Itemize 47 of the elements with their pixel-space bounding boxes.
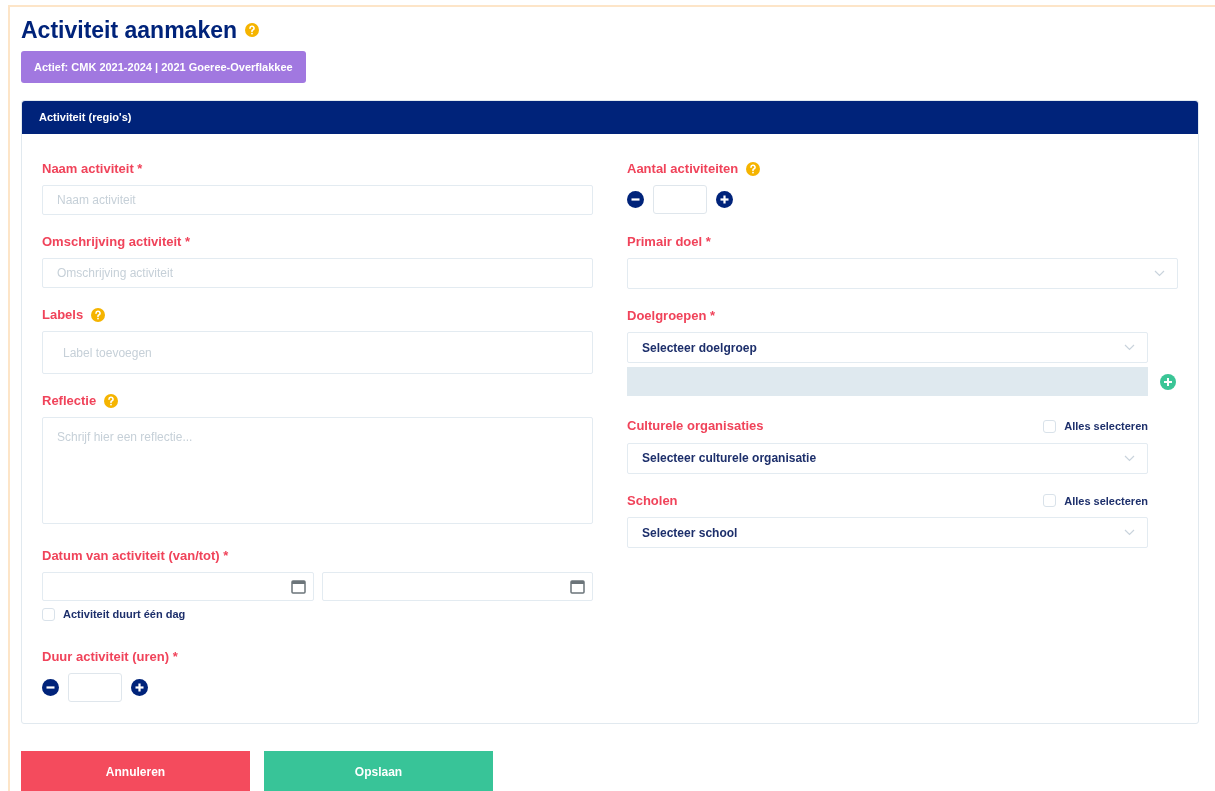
select-field[interactable]: Selecteer school [627, 517, 1148, 548]
add-icon[interactable] [1160, 373, 1176, 390]
chevron-icon [1124, 344, 1135, 351]
field-label: Primair doel * [627, 234, 711, 250]
calendar-icon[interactable] [290, 579, 306, 594]
date-field[interactable] [42, 572, 314, 601]
minus-icon[interactable] [627, 191, 644, 208]
help-icon[interactable] [746, 162, 761, 176]
tag-field[interactable]: Label toevoegen [42, 331, 593, 374]
field-label: Duur activiteit (uren) * [42, 648, 178, 665]
checkbox-label: Alles selecteren [1064, 419, 1148, 434]
minus-icon[interactable] [42, 678, 59, 696]
checkbox[interactable] [42, 607, 55, 621]
active-badge: Actief: CMK 2021-2024 | 2021 Goeree-Overflakkee [21, 51, 306, 83]
field-label: Scholen [627, 492, 678, 509]
calendar-icon[interactable] [570, 579, 585, 594]
select-field[interactable]: Selecteer doelgroep [627, 332, 1148, 363]
plus-icon[interactable] [716, 191, 733, 208]
field-label: Naam activiteit * [42, 161, 143, 177]
field-label: Aantal activiteiten [627, 161, 739, 177]
checkbox[interactable] [1043, 419, 1057, 433]
number-field[interactable] [68, 672, 122, 702]
select-field[interactable]: Selecteer culturele organisatie [627, 442, 1148, 474]
select-field[interactable] [627, 258, 1178, 289]
chevron-icon [1124, 454, 1135, 462]
text-field[interactable]: Naam activiteit [42, 185, 593, 215]
field-label: Labels [42, 307, 84, 323]
text-field[interactable]: Omschrijving activiteit [42, 258, 593, 288]
plus-icon[interactable] [131, 678, 148, 696]
field-label: Datum van activiteit (van/tot) * [42, 548, 229, 564]
panel-header: Activiteit (regio's) [22, 101, 1198, 134]
checkbox[interactable] [1043, 494, 1057, 508]
chevron-icon [1154, 270, 1165, 277]
field-label: Omschrijving activiteit * [42, 234, 191, 250]
help-icon[interactable] [91, 308, 106, 322]
checkbox-label: Activiteit duurt één dag [63, 607, 186, 622]
page-title: Activiteit aanmaken [21, 16, 238, 44]
number-field[interactable] [653, 185, 707, 214]
chevron-icon [1124, 529, 1135, 536]
field-label: Doelgroepen * [627, 308, 716, 324]
help-icon[interactable] [245, 23, 260, 37]
reflection-field[interactable]: Schrijf hier een reflectie... [42, 417, 593, 524]
field-label: Culturele organisaties [627, 418, 764, 435]
help-icon[interactable] [104, 394, 119, 408]
field-label: Reflectie [42, 393, 97, 409]
checkbox-label: Alles selecteren [1064, 493, 1148, 509]
date-field[interactable] [321, 572, 593, 601]
